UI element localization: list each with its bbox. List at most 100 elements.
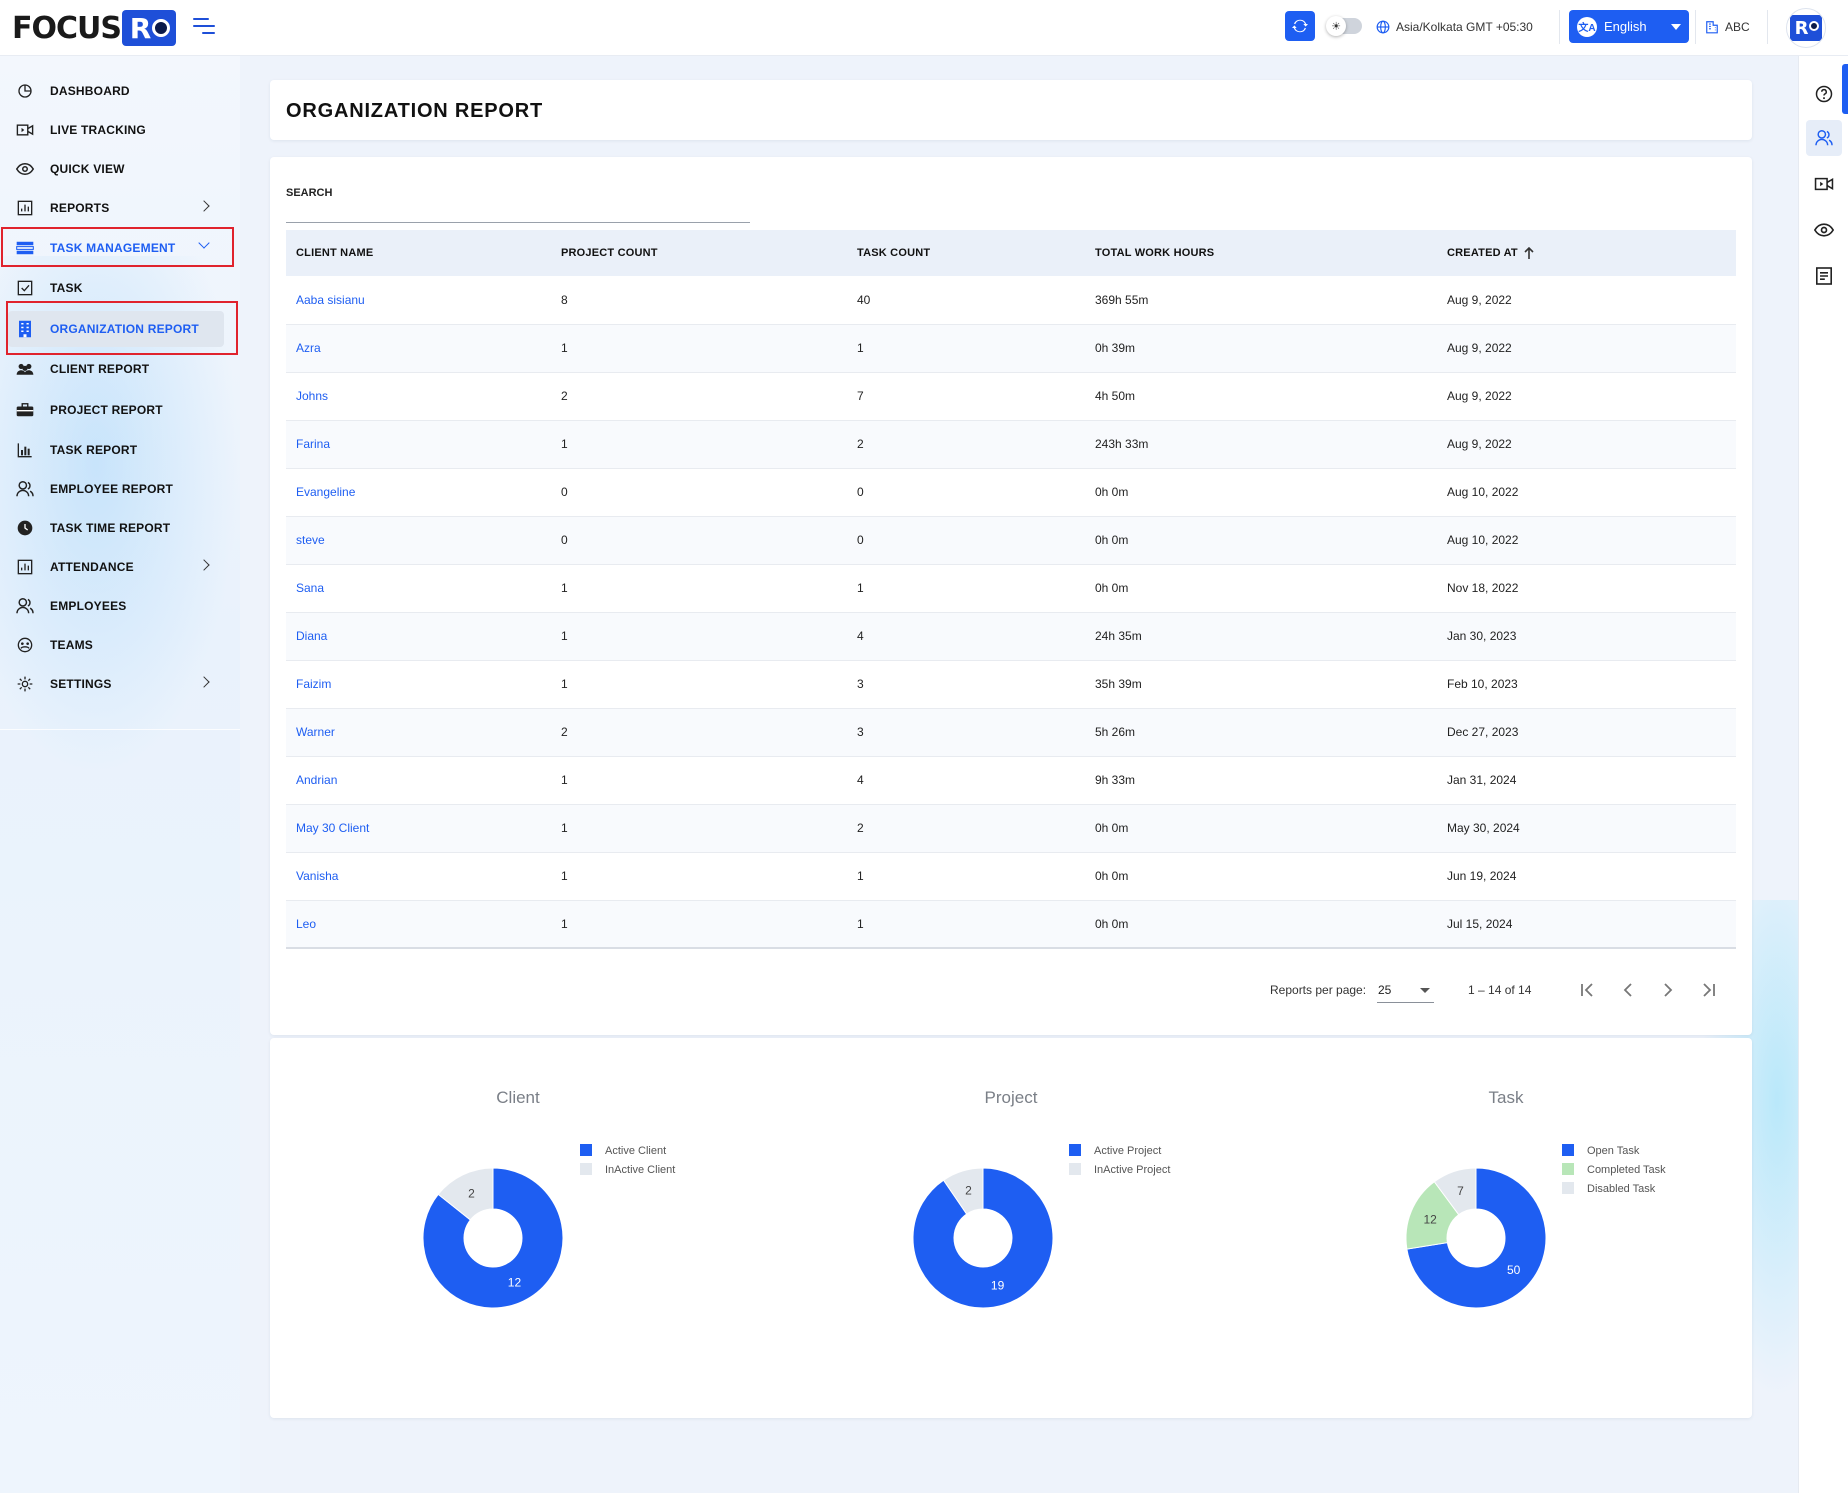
- cell-client-name[interactable]: May 30 Client: [286, 804, 551, 853]
- sidebar-item-live-tracking[interactable]: LIVE TRACKING: [8, 113, 228, 147]
- refresh-icon: [1292, 19, 1308, 33]
- cell-client-name[interactable]: Aaba sisianu: [286, 276, 551, 325]
- cell-project-count: 0: [551, 516, 847, 565]
- menu-toggle-icon[interactable]: [193, 18, 215, 36]
- sidebar-item-label: TASK MANAGEMENT: [50, 241, 176, 255]
- avatar[interactable]: R: [1786, 8, 1826, 48]
- slice-value-label: 19: [991, 1278, 1005, 1292]
- sidebar-item-task-time-report[interactable]: TASK TIME REPORT: [8, 511, 228, 545]
- table-header-row: CLIENT NAME PROJECT COUNT TASK COUNT TOT…: [286, 230, 1736, 276]
- sidebar-item-project-report[interactable]: PROJECT REPORT: [8, 393, 228, 427]
- cell-created-at: May 30, 2024: [1437, 804, 1736, 853]
- cell-client-name[interactable]: Diana: [286, 612, 551, 661]
- cell-client-name[interactable]: Leo: [286, 900, 551, 949]
- sidebar-item-client-report[interactable]: CLIENT REPORT: [8, 352, 228, 386]
- header-client-name[interactable]: CLIENT NAME: [286, 230, 551, 276]
- cell-work-hours: 0h 0m: [1085, 900, 1437, 949]
- sidebar-item-task-management[interactable]: TASK MANAGEMENT: [8, 231, 228, 265]
- globe-icon: [1376, 20, 1390, 34]
- cell-client-name[interactable]: Farina: [286, 420, 551, 469]
- table-row[interactable]: Evangeline 0 0 0h 0m Aug 10, 2022: [286, 468, 1736, 517]
- table-row[interactable]: May 30 Client 1 2 0h 0m May 30, 2024: [286, 804, 1736, 853]
- sidebar-item-task-report[interactable]: TASK REPORT: [8, 433, 228, 467]
- table-row[interactable]: Sana 1 1 0h 0m Nov 18, 2022: [286, 564, 1736, 613]
- cell-client-name[interactable]: Warner: [286, 708, 551, 757]
- notes-button[interactable]: [1806, 258, 1842, 294]
- legend-swatch: [580, 1163, 592, 1175]
- table-row[interactable]: Farina 1 2 243h 33m Aug 9, 2022: [286, 420, 1736, 469]
- header-task-count[interactable]: TASK COUNT: [847, 230, 1085, 276]
- sidebar-item-quick-view[interactable]: QUICK VIEW: [8, 152, 228, 186]
- search-input[interactable]: [286, 201, 750, 223]
- chevron-right-icon: [198, 559, 210, 571]
- header-project-count[interactable]: PROJECT COUNT: [551, 230, 847, 276]
- table-row[interactable]: steve 0 0 0h 0m Aug 10, 2022: [286, 516, 1736, 565]
- timezone-selector[interactable]: Asia/Kolkata GMT +05:30: [1376, 17, 1533, 37]
- legend-label[interactable]: Open Task: [1587, 1145, 1640, 1157]
- cell-created-at: Jan 30, 2023: [1437, 612, 1736, 661]
- cell-client-name[interactable]: Azra: [286, 324, 551, 373]
- legend-label[interactable]: Disabled Task: [1587, 1183, 1656, 1195]
- live-video-button[interactable]: [1806, 166, 1842, 202]
- organization-switcher[interactable]: ABC: [1705, 17, 1750, 37]
- table-row[interactable]: Azra 1 1 0h 39m Aug 9, 2022: [286, 324, 1736, 373]
- table-row[interactable]: Warner 2 3 5h 26m Dec 27, 2023: [286, 708, 1736, 757]
- sidebar-item-task[interactable]: TASK: [8, 271, 228, 305]
- last-page-button[interactable]: [1693, 975, 1723, 1005]
- theme-toggle[interactable]: ☀: [1326, 16, 1362, 36]
- cell-client-name[interactable]: Vanisha: [286, 852, 551, 901]
- next-page-button[interactable]: [1653, 975, 1683, 1005]
- cell-client-name[interactable]: Evangeline: [286, 468, 551, 517]
- quick-view-button[interactable]: [1806, 212, 1842, 248]
- cell-work-hours: 24h 35m: [1085, 612, 1437, 661]
- legend-label[interactable]: InActive Project: [1094, 1164, 1170, 1176]
- cell-task-count: 40: [847, 276, 1085, 325]
- table-row[interactable]: Johns 2 7 4h 50m Aug 9, 2022: [286, 372, 1736, 421]
- cell-client-name[interactable]: Sana: [286, 564, 551, 613]
- sidebar-item-employees[interactable]: EMPLOYEES: [8, 589, 228, 623]
- users-panel-button[interactable]: [1806, 120, 1842, 156]
- table-row[interactable]: Faizim 1 3 35h 39m Feb 10, 2023: [286, 660, 1736, 709]
- caret-down-icon: [1420, 988, 1430, 993]
- table-row[interactable]: Aaba sisianu 8 40 369h 55m Aug 9, 2022: [286, 276, 1736, 325]
- legend-label[interactable]: InActive Client: [605, 1164, 675, 1176]
- per-page-select[interactable]: 25: [1377, 977, 1434, 1003]
- table-row[interactable]: Andrian 1 4 9h 33m Jan 31, 2024: [286, 756, 1736, 805]
- legend-label[interactable]: Active Project: [1094, 1145, 1161, 1157]
- group-icon: [16, 360, 34, 378]
- table-row[interactable]: Diana 1 4 24h 35m Jan 30, 2023: [286, 612, 1736, 661]
- focus-ro-logo[interactable]: FOCUS R: [12, 10, 176, 46]
- sidebar-item-teams[interactable]: TEAMS: [8, 628, 228, 662]
- sidebar-item-reports[interactable]: REPORTS: [8, 191, 228, 225]
- legend-label[interactable]: Completed Task: [1587, 1164, 1666, 1176]
- sidebar-item-attendance[interactable]: ATTENDANCE: [8, 550, 228, 584]
- cell-client-name[interactable]: steve: [286, 516, 551, 565]
- sidebar-item-dashboard[interactable]: DASHBOARD: [8, 74, 228, 108]
- video-icon: [1814, 177, 1834, 191]
- help-button[interactable]: [1806, 76, 1842, 112]
- refresh-button[interactable]: [1285, 11, 1315, 41]
- header-created-at[interactable]: CREATED AT: [1437, 230, 1736, 276]
- table-row[interactable]: Vanisha 1 1 0h 0m Jun 19, 2024: [286, 852, 1736, 901]
- cell-client-name[interactable]: Faizim: [286, 660, 551, 709]
- cell-work-hours: 5h 26m: [1085, 708, 1437, 757]
- sidebar-item-settings[interactable]: SETTINGS: [8, 667, 228, 701]
- sidebar-item-employee-report[interactable]: EMPLOYEE REPORT: [8, 472, 228, 506]
- legend-label[interactable]: Active Client: [605, 1145, 666, 1157]
- table-row[interactable]: Leo 1 1 0h 0m Jul 15, 2024: [286, 900, 1736, 949]
- previous-page-button[interactable]: [1613, 975, 1643, 1005]
- sidebar-item-label: QUICK VIEW: [50, 162, 125, 176]
- header-total-work-hours[interactable]: TOTAL WORK HOURS: [1085, 230, 1437, 276]
- cell-task-count: 4: [847, 612, 1085, 661]
- cell-created-at: Aug 9, 2022: [1437, 324, 1736, 373]
- cell-created-at: Aug 10, 2022: [1437, 468, 1736, 517]
- video-icon: [16, 121, 34, 139]
- language-selector[interactable]: 文A English: [1569, 10, 1689, 43]
- slice-value-label: 50: [1507, 1263, 1521, 1277]
- sidebar-item-organization-report[interactable]: ORGANIZATION REPORT: [8, 311, 224, 347]
- cell-client-name[interactable]: Andrian: [286, 756, 551, 805]
- chevron-down-icon: [198, 237, 210, 249]
- sidebar-item-label: TASK: [50, 281, 83, 295]
- first-page-button[interactable]: [1573, 975, 1603, 1005]
- cell-client-name[interactable]: Johns: [286, 372, 551, 421]
